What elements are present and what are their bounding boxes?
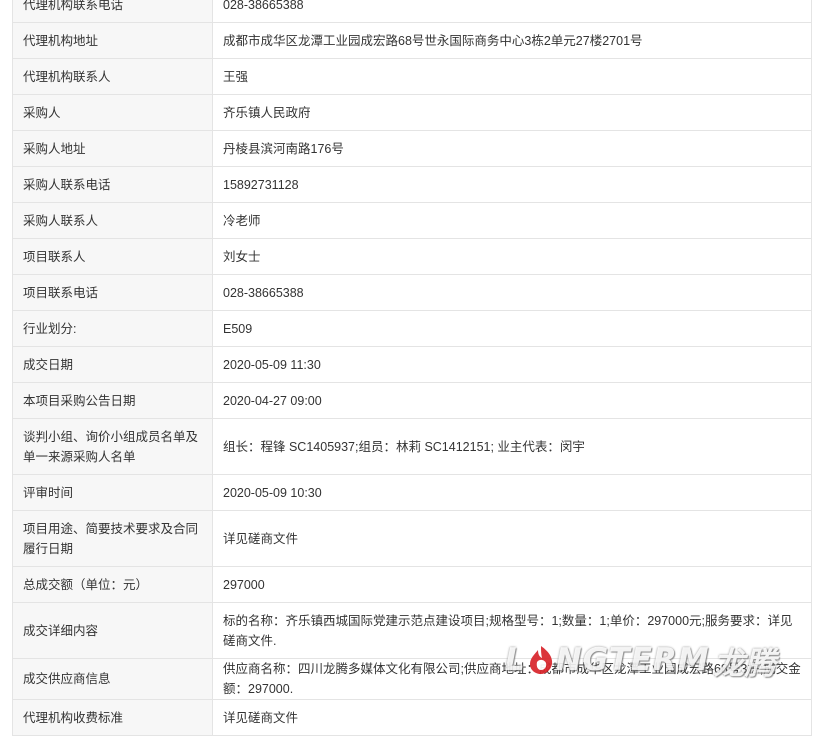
- table-row: 项目联系人 刘女士: [12, 238, 812, 275]
- row-label: 本项目采购公告日期: [12, 382, 213, 419]
- row-value: E509: [212, 310, 812, 347]
- row-value: 028-38665388: [212, 0, 812, 23]
- table-row: 本项目采购公告日期 2020-04-27 09:00: [12, 382, 812, 419]
- row-value: 成都市成华区龙潭工业园成宏路68号世永国际商务中心3栋2单元27楼2701号: [212, 22, 812, 59]
- table-row: 代理机构联系电话 028-38665388: [12, 0, 812, 23]
- table-row: 采购人联系人 冷老师: [12, 202, 812, 239]
- row-value: 028-38665388: [212, 274, 812, 311]
- table-row: 行业划分: E509: [12, 310, 812, 347]
- row-value: 详见磋商文件: [212, 699, 812, 736]
- row-label: 采购人联系电话: [12, 166, 213, 203]
- table-row: 成交详细内容 标的名称：齐乐镇西城国际党建示范点建设项目;规格型号：1;数量：1…: [12, 602, 812, 659]
- table-row: 谈判小组、询价小组成员名单及单一来源采购人名单 组长：程锋 SC1405937;…: [12, 418, 812, 475]
- row-label: 采购人联系人: [12, 202, 213, 239]
- row-label: 代理机构地址: [12, 22, 213, 59]
- row-label: 总成交额（单位：元）: [12, 566, 213, 603]
- row-label: 行业划分:: [12, 310, 213, 347]
- row-label: 项目联系人: [12, 238, 213, 275]
- row-value: 齐乐镇人民政府: [212, 94, 812, 131]
- row-label: 代理机构联系电话: [12, 0, 213, 23]
- row-label: 代理机构收费标准: [12, 699, 213, 736]
- row-value: 2020-05-09 11:30: [212, 346, 812, 383]
- row-value: 王强: [212, 58, 812, 95]
- row-label: 代理机构联系人: [12, 58, 213, 95]
- row-label: 评审时间: [12, 474, 213, 511]
- table-row: 项目联系电话 028-38665388: [12, 274, 812, 311]
- table-row: 代理机构地址 成都市成华区龙潭工业园成宏路68号世永国际商务中心3栋2单元27楼…: [12, 22, 812, 59]
- table-row: 项目用途、简要技术要求及合同履行日期 详见磋商文件: [12, 510, 812, 567]
- row-value: 2020-05-09 10:30: [212, 474, 812, 511]
- row-label: 成交详细内容: [12, 602, 213, 659]
- row-label: 项目用途、简要技术要求及合同履行日期: [12, 510, 213, 567]
- row-label: 谈判小组、询价小组成员名单及单一来源采购人名单: [12, 418, 213, 475]
- row-label: 采购人: [12, 94, 213, 131]
- row-value: 组长：程锋 SC1405937;组员：林莉 SC1412151; 业主代表：闵宇: [212, 418, 812, 475]
- row-value: 刘女士: [212, 238, 812, 275]
- row-value: 冷老师: [212, 202, 812, 239]
- row-value: 2020-04-27 09:00: [212, 382, 812, 419]
- table-row: 采购人地址 丹棱县滨河南路176号: [12, 130, 812, 167]
- row-value: 丹棱县滨河南路176号: [212, 130, 812, 167]
- row-value: 供应商名称：四川龙腾多媒体文化有限公司;供应商地址：成都市成华区龙潭工业园成宏路…: [212, 658, 812, 700]
- procurement-info-table: 代理机构联系电话 028-38665388 代理机构地址 成都市成华区龙潭工业园…: [12, 0, 812, 736]
- row-value: 297000: [212, 566, 812, 603]
- row-value: 标的名称：齐乐镇西城国际党建示范点建设项目;规格型号：1;数量：1;单价：297…: [212, 602, 812, 659]
- table-row: 成交供应商信息 供应商名称：四川龙腾多媒体文化有限公司;供应商地址：成都市成华区…: [12, 658, 812, 700]
- table-row: 评审时间 2020-05-09 10:30: [12, 474, 812, 511]
- row-label: 成交供应商信息: [12, 658, 213, 700]
- table-row: 采购人 齐乐镇人民政府: [12, 94, 812, 131]
- row-label: 成交日期: [12, 346, 213, 383]
- table-row: 总成交额（单位：元） 297000: [12, 566, 812, 603]
- row-label: 采购人地址: [12, 130, 213, 167]
- row-value: 15892731128: [212, 166, 812, 203]
- table-row: 代理机构联系人 王强: [12, 58, 812, 95]
- table-row: 采购人联系电话 15892731128: [12, 166, 812, 203]
- row-label: 项目联系电话: [12, 274, 213, 311]
- row-value: 详见磋商文件: [212, 510, 812, 567]
- table-row: 代理机构收费标准 详见磋商文件: [12, 699, 812, 736]
- table-row: 成交日期 2020-05-09 11:30: [12, 346, 812, 383]
